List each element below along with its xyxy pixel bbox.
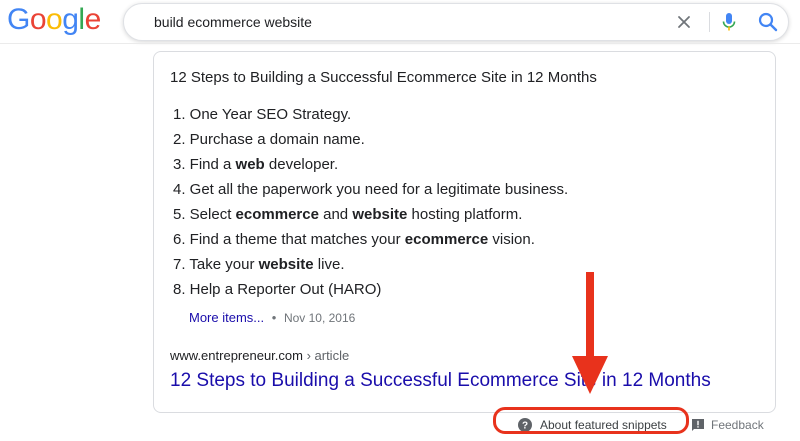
search-box-divider: [709, 12, 710, 32]
search-header: Google build ecommerce website: [0, 0, 800, 44]
snippet-step-item: 6. Find a theme that matches your ecomme…: [173, 227, 568, 252]
annotation-arrow: [572, 272, 608, 394]
step-bold-text: ecommerce: [235, 206, 319, 223]
step-text: 5. Select: [173, 206, 236, 223]
snippet-steps-list: 1. One Year SEO Strategy. 2. Purchase a d…: [173, 102, 568, 302]
snippet-step-item: 8. Help a Reporter Out (HARO): [173, 277, 568, 302]
feedback-icon: [692, 419, 704, 431]
snippet-step-item: 4. Get all the paperwork you need for a …: [173, 177, 568, 202]
search-box[interactable]: build ecommerce website: [123, 3, 789, 41]
step-text: developer.: [264, 156, 339, 173]
step-text: 3. Find a: [173, 156, 236, 173]
annotation-highlight-box: [493, 407, 689, 434]
logo-letter: g: [62, 3, 79, 36]
step-bold-text: ecommerce: [404, 231, 489, 248]
step-text: vision.: [488, 231, 535, 248]
snippet-date: Nov 10, 2016: [283, 311, 356, 325]
search-input[interactable]: build ecommerce website: [154, 4, 312, 40]
logo-letter: o: [29, 3, 47, 36]
header-divider: [0, 43, 800, 44]
logo-letter: e: [84, 3, 102, 36]
step-text: 2. Purchase a domain name.: [173, 131, 365, 148]
clear-icon[interactable]: [674, 12, 694, 32]
feedback-label: Feedback: [711, 418, 764, 432]
snippet-step-item: 7. Take your website live.: [173, 252, 568, 277]
step-text: 4. Get all the paperwork you need for a …: [173, 181, 569, 198]
logo-letter: G: [7, 3, 30, 36]
feedback-button[interactable]: Feedback: [692, 415, 764, 435]
step-bold-text: web: [235, 156, 265, 173]
logo-letter: o: [46, 3, 63, 36]
separator-dot: •: [271, 310, 277, 325]
result-title-link[interactable]: 12 Steps to Building a Successful Ecomme…: [170, 370, 711, 392]
snippet-step-item: 5. Select ecommerce and website hosting …: [173, 202, 568, 227]
featured-snippet-card: 12 Steps to Building a Successful Ecomme…: [153, 51, 776, 413]
google-logo[interactable]: Google: [7, 1, 101, 39]
snippet-step-item: 3. Find a web developer.: [173, 152, 568, 177]
search-icon[interactable]: [757, 11, 779, 33]
more-items-link[interactable]: More items...: [189, 310, 264, 325]
step-text: 6. Find a theme that matches your: [173, 231, 405, 248]
step-text: 1. One Year SEO Strategy.: [173, 106, 352, 123]
step-text: and: [318, 206, 353, 223]
step-bold-text: website: [258, 256, 314, 273]
step-text: 8. Help a Reporter Out (HARO): [173, 281, 382, 298]
cite-domain: www.entrepreneur.com: [170, 348, 303, 363]
cite-path: › article: [302, 348, 350, 363]
step-bold-text: website: [352, 206, 408, 223]
snippet-title: 12 Steps to Building a Successful Ecomme…: [170, 69, 597, 86]
step-text: 7. Take your: [173, 256, 259, 273]
mic-icon[interactable]: [719, 11, 739, 33]
step-text: hosting platform.: [407, 206, 523, 223]
step-text: live.: [313, 256, 345, 273]
more-items-row: More items... • Nov 10, 2016: [189, 310, 355, 325]
snippet-step-item: 2. Purchase a domain name.: [173, 127, 568, 152]
result-cite: www.entrepreneur.com › article: [170, 348, 349, 363]
snippet-step-item: 1. One Year SEO Strategy.: [173, 102, 568, 127]
